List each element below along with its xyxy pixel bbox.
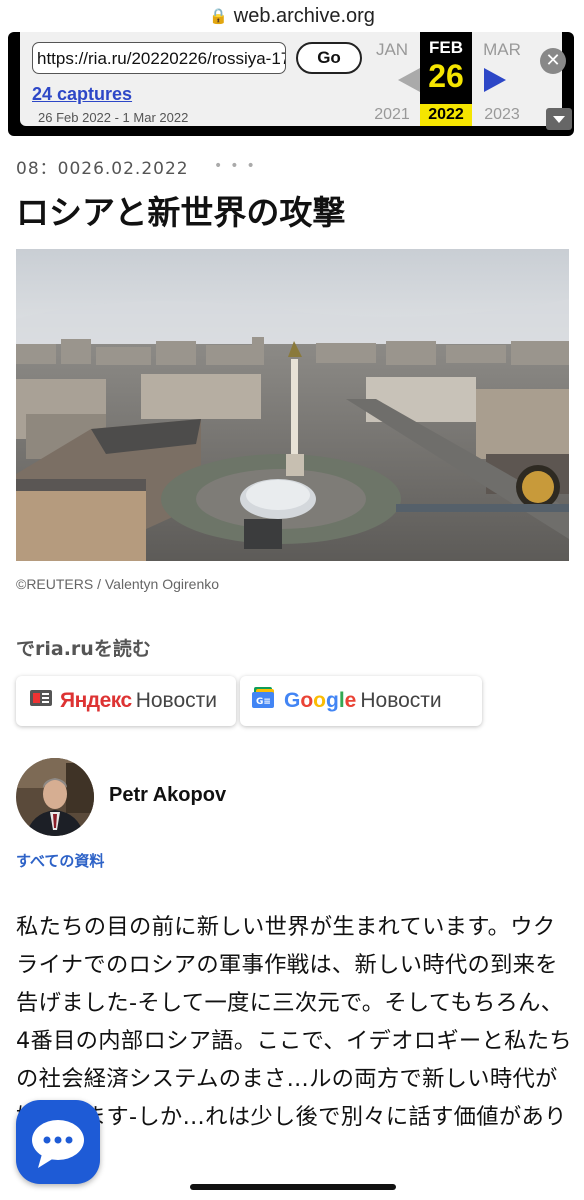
- read-on-label: でria.ruを読む: [16, 638, 151, 660]
- all-materials-link[interactable]: すべての資料: [16, 850, 104, 871]
- page-title: ロシアと新世界の攻撃: [16, 193, 346, 232]
- next-year-label[interactable]: 2023: [476, 106, 528, 124]
- chat-bubble-icon: [32, 1120, 84, 1168]
- yandex-news-icon: [30, 689, 52, 713]
- wayback-toolbar: https://ria.ru/20220226/rossiya-17751623…: [8, 32, 574, 136]
- article-timestamp: 08：0026.02.2022: [16, 159, 189, 179]
- author-name[interactable]: Petr Akopov: [109, 784, 226, 807]
- home-indicator[interactable]: [190, 1184, 396, 1190]
- svg-text:G≡: G≡: [256, 697, 271, 707]
- close-icon[interactable]: ✕: [540, 48, 566, 74]
- browser-domain: web.archive.org: [233, 4, 375, 27]
- lock-icon: 🔒: [209, 8, 228, 25]
- next-capture-arrow-icon[interactable]: [484, 68, 506, 92]
- google-news-icon: G≡: [252, 687, 276, 715]
- browser-url-bar[interactable]: 🔒 web.archive.org: [0, 0, 584, 32]
- prev-month-column[interactable]: JAN 2021: [366, 32, 418, 123]
- prev-month-label: JAN: [375, 40, 409, 59]
- wayback-panel: https://ria.ru/20220226/rossiya-17751623…: [20, 32, 572, 130]
- yandex-news-button[interactable]: Яндекс Новости: [16, 676, 236, 726]
- captures-link[interactable]: 24 captures: [32, 84, 132, 105]
- photo-credit: ©REUTERS / Valentyn Ogirenko: [16, 576, 220, 592]
- kyiv-square-image: [16, 249, 569, 561]
- current-capture-column: FEB 26 2022: [420, 32, 472, 126]
- article-photo: [16, 249, 569, 561]
- google-news-button[interactable]: G≡ Google Новости: [240, 676, 482, 726]
- avatar[interactable]: [16, 758, 94, 836]
- next-month-column[interactable]: MAR 2023: [476, 32, 528, 123]
- yandex-news-label: Новости: [135, 689, 217, 712]
- chat-button[interactable]: [16, 1100, 100, 1184]
- wayback-url-input[interactable]: https://ria.ru/20220226/rossiya-17751623…: [32, 42, 286, 74]
- prev-capture-arrow-icon[interactable]: [398, 68, 420, 92]
- share-menu-icon[interactable]: •••: [214, 158, 263, 174]
- capture-range: 26 Feb 2022 - 1 Mar 2022: [38, 110, 189, 125]
- prev-year-label[interactable]: 2021: [366, 106, 418, 124]
- go-button[interactable]: Go: [296, 42, 362, 74]
- expand-toolbar-icon[interactable]: [546, 108, 572, 130]
- yandex-brand: Яндекс: [60, 689, 132, 712]
- current-day-label: 26: [428, 58, 464, 94]
- current-year-label: 2022: [420, 104, 472, 126]
- next-month-label: MAR: [483, 40, 521, 59]
- current-month-label: FEB: [429, 38, 463, 57]
- google-brand: Google: [284, 689, 357, 712]
- google-news-label: Новости: [360, 689, 442, 712]
